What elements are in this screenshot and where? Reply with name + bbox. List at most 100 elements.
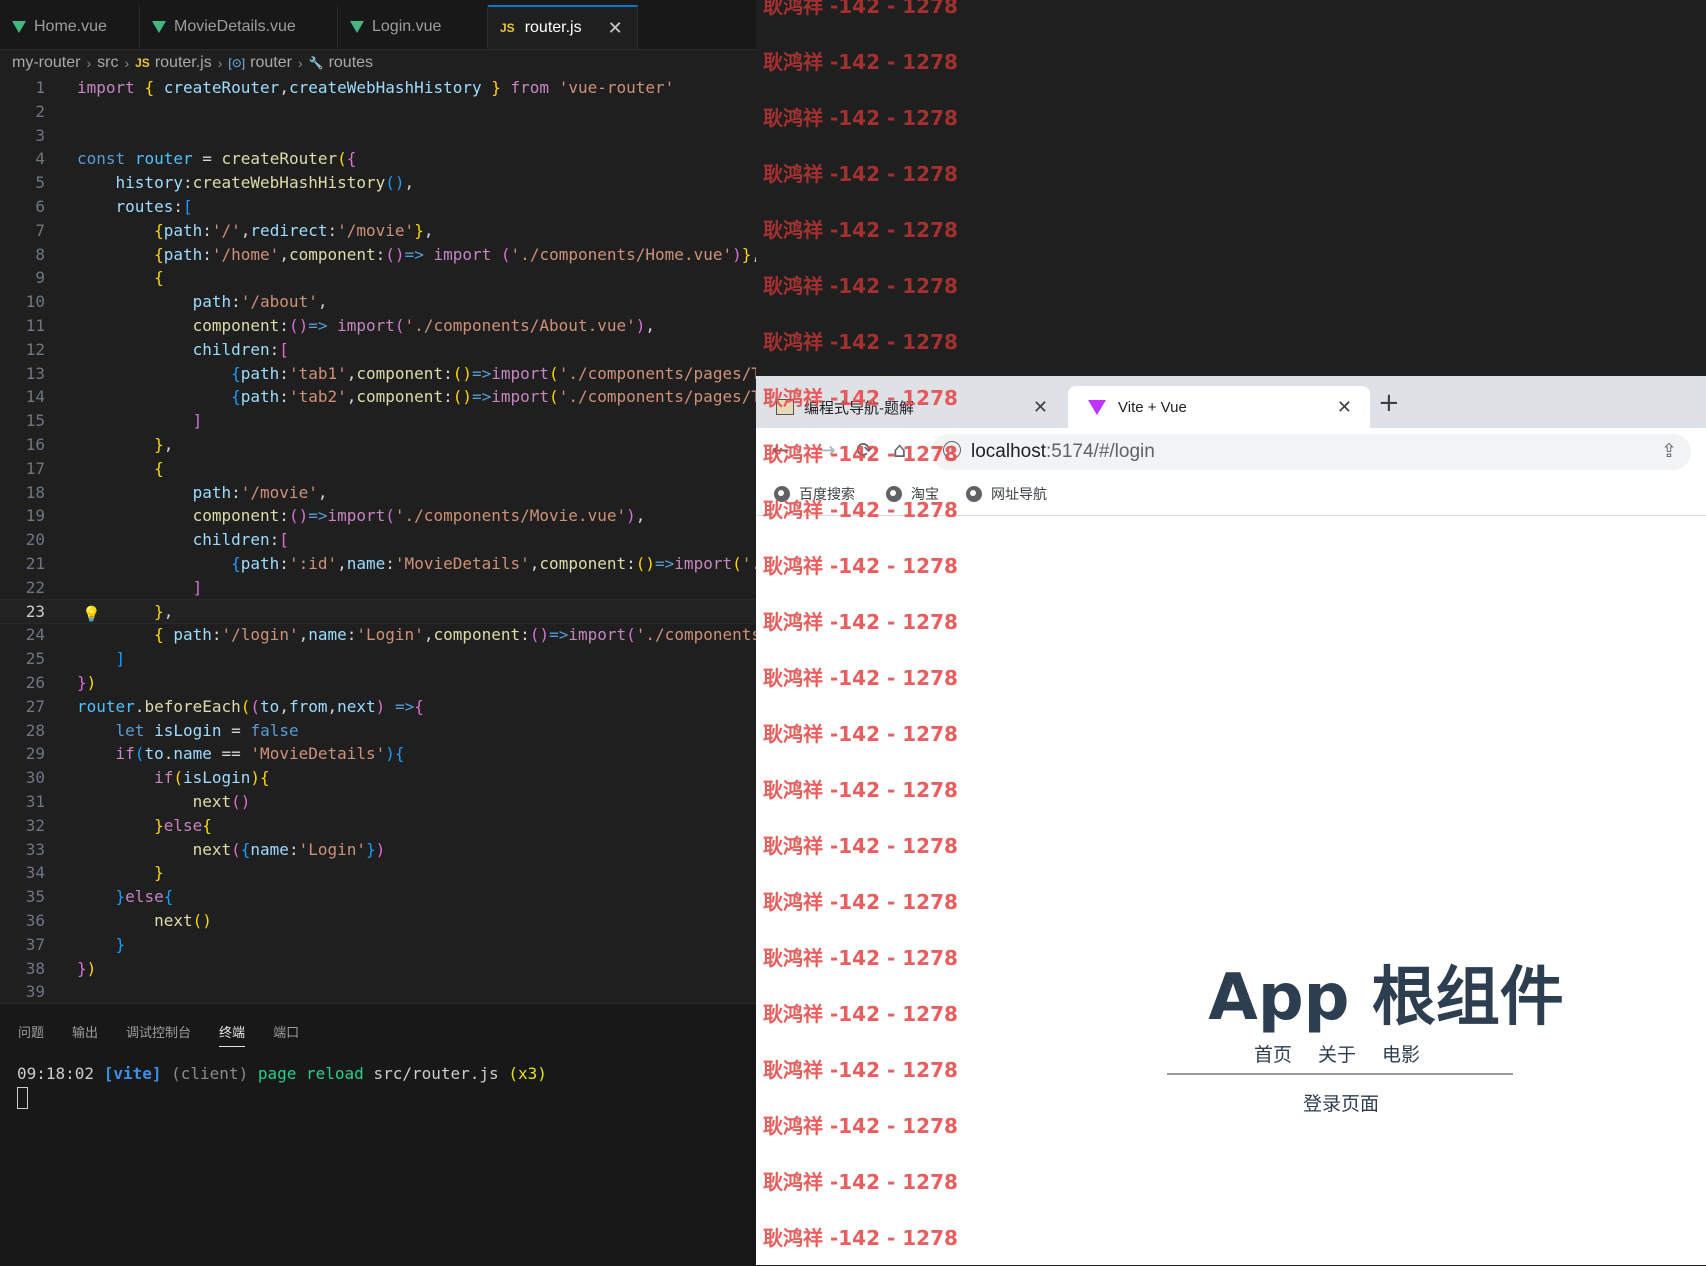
code-line: 9 { xyxy=(35,268,164,288)
code-line: 32 }else{ xyxy=(25,815,212,835)
code-line: 31 next() xyxy=(25,792,251,811)
terminal-output[interactable]: 09:18:02 [vite] (client) page reload src… xyxy=(17,1064,547,1083)
url-text: localhost:5174/#/login xyxy=(971,441,1155,462)
watermark: 耿鸿祥 -142 - 1278 xyxy=(763,722,958,746)
tab-moviedetails-vue[interactable]: MovieDetails.vue xyxy=(140,5,338,48)
watermark: 耿鸿祥 -142 - 1278 xyxy=(763,1058,958,1082)
code-line: 4 const router = createRouter({ xyxy=(35,149,357,169)
new-tab-icon[interactable]: + xyxy=(1378,388,1400,418)
breadcrumb: my-router › src › JS router.js › [⊙] rou… xyxy=(12,50,373,76)
nav-link-about[interactable]: 关于 xyxy=(1318,1040,1356,1067)
watermark: 耿鸿祥 -142 - 1278 xyxy=(763,162,958,186)
code-line: 34 } xyxy=(25,863,164,883)
code-line: 35 }else{ xyxy=(25,887,174,907)
breadcrumb-item[interactable]: router xyxy=(250,54,292,72)
js-icon: JS xyxy=(500,21,515,35)
breadcrumb-item[interactable]: my-router xyxy=(12,54,80,72)
tab-problems[interactable]: 问题 xyxy=(18,1022,44,1047)
code-line: 5 history:createWebHashHistory(), xyxy=(35,173,415,193)
tab-debug-console[interactable]: 调试控制台 xyxy=(126,1022,191,1047)
watermark: 耿鸿祥 -142 - 1278 xyxy=(763,442,958,466)
code-line: 38}) xyxy=(25,958,97,978)
app-nav: 首页 关于 电影 xyxy=(1254,1040,1420,1067)
code-line: 19 component:()=>import('./components/Mo… xyxy=(25,506,646,526)
bottom-panel: 问题 输出 调试控制台 终端 端口 09:18:02 [vite] (clien… xyxy=(0,1003,756,1266)
watermark: 耿鸿祥 -142 - 1278 xyxy=(763,0,958,18)
tab-output[interactable]: 输出 xyxy=(72,1022,98,1047)
code-line: 12 children:[ xyxy=(25,339,289,359)
address-bar[interactable]: i localhost:5174/#/login ⇪ xyxy=(931,434,1691,470)
watermark: 耿鸿祥 -142 - 1278 xyxy=(763,1170,958,1194)
code-editor: Home.vue MovieDetails.vue Login.vue JS r… xyxy=(0,0,756,1266)
watermark: 耿鸿祥 -142 - 1278 xyxy=(763,498,958,522)
code-line: 10 path:'/about', xyxy=(25,292,328,312)
code-line: 29 if(to.name == 'MovieDetails'){ xyxy=(25,744,405,764)
code-line: 14 {path:'tab2',component:()=>import('./… xyxy=(25,387,756,407)
breadcrumb-item[interactable]: router.js xyxy=(155,54,212,72)
code-line: 18 path:'/movie', xyxy=(25,482,328,502)
code-line: 16 }, xyxy=(25,435,174,454)
close-icon[interactable]: ✕ xyxy=(1337,397,1352,418)
chevron-right-icon: › xyxy=(124,55,130,71)
watermark: 耿鸿祥 -142 - 1278 xyxy=(763,106,958,130)
divider xyxy=(1167,1073,1513,1075)
chevron-right-icon: › xyxy=(297,55,303,71)
code-line: 11 component:()=> import('./components/A… xyxy=(25,316,656,335)
vue-icon xyxy=(152,20,166,33)
watermark: 耿鸿祥 -142 - 1278 xyxy=(763,666,958,690)
code-line: 22 ] xyxy=(25,577,203,597)
chevron-right-icon: › xyxy=(86,55,92,71)
watermark: 耿鸿祥 -142 - 1278 xyxy=(763,1114,958,1138)
watermark: 耿鸿祥 -142 - 1278 xyxy=(763,834,958,858)
code-line: 24 { path:'/login',name:'Login',componen… xyxy=(25,625,756,645)
bookmark-nav[interactable]: 网址导航 xyxy=(966,484,1047,504)
watermark: 耿鸿祥 -142 - 1278 xyxy=(763,946,958,970)
terminal-cursor xyxy=(17,1087,28,1109)
code-line: 28 let isLogin = false xyxy=(25,720,299,740)
editor-tab-bar: Home.vue MovieDetails.vue Login.vue JS r… xyxy=(0,0,756,50)
code-line: 39 xyxy=(25,982,45,1001)
watermark: 耿鸿祥 -142 - 1278 xyxy=(763,778,958,802)
code-line: 3 xyxy=(35,125,45,145)
code-line: 36 next() xyxy=(25,911,212,930)
code-line: 1 import { createRouter,createWebHashHist… xyxy=(35,78,675,97)
nav-link-home[interactable]: 首页 xyxy=(1254,1040,1292,1067)
wrench-icon: 🔧 xyxy=(308,56,324,70)
breadcrumb-item[interactable]: src xyxy=(97,54,118,72)
close-icon[interactable]: ✕ xyxy=(1033,397,1048,418)
js-icon: JS xyxy=(135,56,150,70)
code-line: 8 {path:'/home',component:()=> import ('… xyxy=(35,244,756,264)
code-line: 27 router.beforeEach((to,from,next) =>{ xyxy=(25,696,424,716)
code-line: 20 children:[ xyxy=(25,530,289,550)
code-line: 2 xyxy=(35,101,45,121)
tab-home-vue[interactable]: Home.vue xyxy=(0,5,140,48)
vue-icon xyxy=(12,20,26,33)
tab-ports[interactable]: 端口 xyxy=(273,1022,299,1047)
panel-tabs: 问题 输出 调试控制台 终端 端口 xyxy=(18,1022,299,1047)
breadcrumb-item[interactable]: routes xyxy=(329,54,373,72)
nav-link-movie[interactable]: 电影 xyxy=(1382,1040,1420,1067)
tab-router-js[interactable]: JS router.js ✕ xyxy=(488,5,638,49)
watermark: 耿鸿祥 -142 - 1278 xyxy=(763,50,958,74)
globe-icon xyxy=(966,486,982,502)
code-line: 26}) xyxy=(25,673,97,692)
watermark: 耿鸿祥 -142 - 1278 xyxy=(763,218,958,242)
close-icon[interactable]: ✕ xyxy=(608,18,623,39)
code-line: 17 { xyxy=(25,458,164,478)
code-line: 25 ] xyxy=(25,649,126,669)
code-line: 15 ] xyxy=(25,411,203,431)
code-line: 21 {path:':id',name:'MovieDetails',compo… xyxy=(25,554,756,573)
share-icon[interactable]: ⇪ xyxy=(1661,440,1677,462)
code-line: 33 next({name:'Login'}) xyxy=(25,839,386,859)
code-line: 7 {path:'/',redirect:'/movie'}, xyxy=(35,220,434,240)
browser-tab-vite-vue[interactable]: Vite + Vue ✕ xyxy=(1068,386,1370,428)
tab-login-vue[interactable]: Login.vue xyxy=(338,5,488,48)
code-line: 37 } xyxy=(25,934,126,954)
chevron-right-icon: › xyxy=(217,55,223,71)
router-view-text: 登录页面 xyxy=(1302,1093,1379,1115)
watermark: 耿鸿祥 -142 - 1278 xyxy=(763,386,958,410)
tab-terminal[interactable]: 终端 xyxy=(219,1022,246,1047)
vite-icon xyxy=(1088,399,1106,415)
code-area[interactable]: 1 import { createRouter,createWebHashHist… xyxy=(0,76,756,1001)
watermark: 耿鸿祥 -142 - 1278 xyxy=(763,274,958,298)
